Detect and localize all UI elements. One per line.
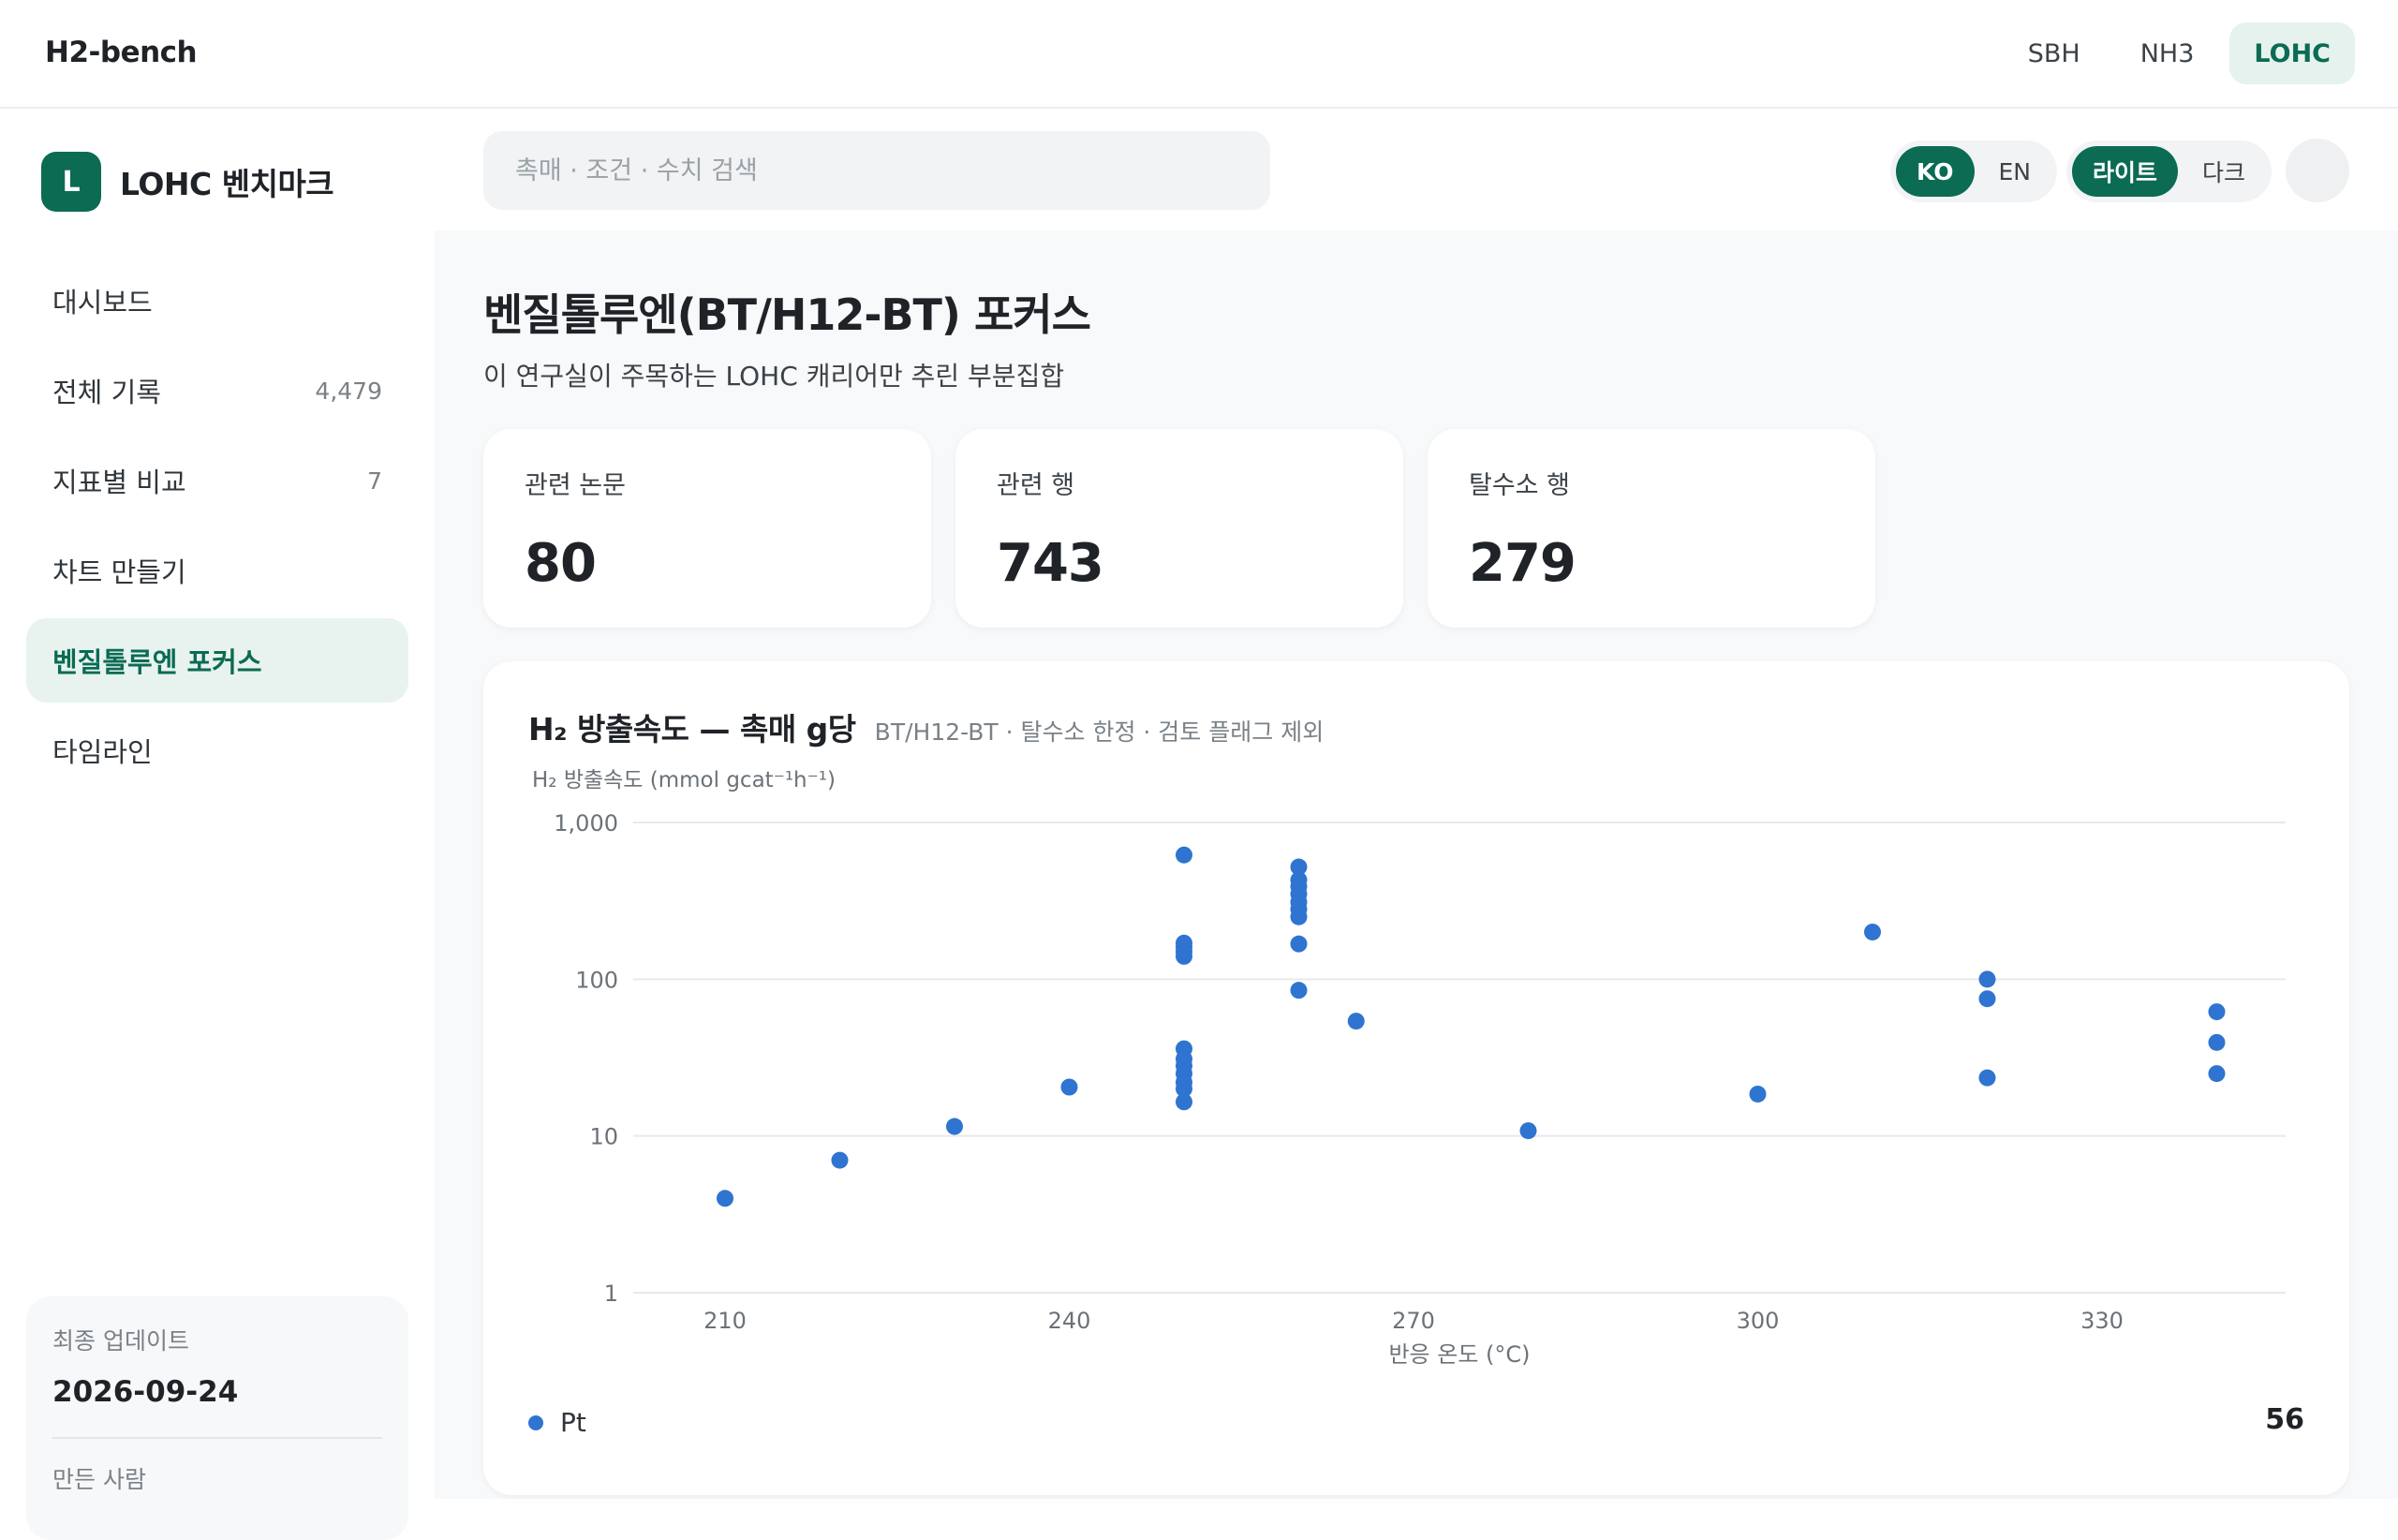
data-point bbox=[1347, 1013, 1365, 1030]
lang-option-ko[interactable]: KO bbox=[1896, 146, 1975, 197]
sidebar-item-label: 대시보드 bbox=[52, 287, 153, 318]
y-axis-label: H₂ 방출속도 (mmol gcat⁻¹h⁻¹) bbox=[532, 768, 836, 792]
y-tick-label: 10 bbox=[589, 1124, 618, 1150]
x-axis-label: 반응 온도 (°C) bbox=[1388, 1341, 1530, 1368]
x-tick-label: 300 bbox=[1737, 1308, 1780, 1334]
data-point bbox=[1290, 908, 1308, 925]
data-point bbox=[1749, 1085, 1767, 1103]
footer-divider bbox=[52, 1437, 382, 1439]
legend-dot-icon bbox=[528, 1414, 543, 1430]
chart-header: H₂ 방출속도 — 촉매 g당 BT/H12-BT · 탈수소 한정 · 검토 … bbox=[528, 704, 1324, 749]
sidebar-footer: 최종 업데이트 2026-09-24 만든 사람 bbox=[26, 1296, 408, 1540]
app-brand[interactable]: H2-bench bbox=[45, 36, 198, 69]
sidebar-item-dashboard[interactable]: 대시보드 bbox=[26, 259, 408, 343]
top-bar: H2-bench SBH NH3 LOHC bbox=[0, 0, 2398, 109]
top-nav: SBH NH3 LOHC bbox=[2004, 22, 2355, 84]
sidebar-item-label: 지표별 비교 bbox=[52, 466, 186, 498]
sidebar-nav: 대시보드 전체 기록 4,479 지표별 비교 7 차트 만들기 벤질톨루엔 포… bbox=[26, 259, 408, 798]
data-point bbox=[1978, 1069, 1996, 1087]
chart-card: 1 10 100 1,000 210 240 270 300 330 반응 온도 (°C) H₂ 방… bbox=[483, 661, 2349, 1495]
data-point bbox=[1290, 935, 1308, 953]
nav-nh3[interactable]: NH3 bbox=[2116, 22, 2219, 84]
sidebar-item-label: 전체 기록 bbox=[52, 377, 161, 408]
stat-card-rows: 관련 행 743 bbox=[955, 429, 1403, 628]
chart-legend[interactable]: Pt bbox=[528, 1407, 586, 1438]
language-toggle: KO EN bbox=[1890, 141, 2058, 202]
data-point bbox=[831, 1151, 849, 1169]
sidebar-item-count: 7 bbox=[367, 466, 382, 495]
x-tick-label: 240 bbox=[1048, 1308, 1091, 1334]
nav-lohc[interactable]: LOHC bbox=[2229, 22, 2355, 84]
legend-label: Pt bbox=[560, 1407, 586, 1438]
avatar[interactable] bbox=[2286, 139, 2349, 202]
sidebar-item-label: 차트 만들기 bbox=[52, 556, 186, 588]
stat-label: 탈수소 행 bbox=[1469, 471, 1570, 500]
stat-label: 관련 행 bbox=[997, 471, 1075, 500]
last-updated-label: 최종 업데이트 bbox=[52, 1327, 189, 1355]
sidebar-title: LOHC 벤치마크 bbox=[120, 166, 334, 202]
point-count: 56 bbox=[2265, 1403, 2304, 1436]
sidebar-item-chart-builder[interactable]: 차트 만들기 bbox=[26, 528, 408, 613]
y-tick-label: 1,000 bbox=[554, 810, 618, 837]
stat-card-dehydrogenation-rows: 탈수소 행 279 bbox=[1428, 429, 1875, 628]
data-point bbox=[1176, 947, 1192, 965]
data-point bbox=[1060, 1078, 1078, 1096]
x-tick-label: 270 bbox=[1392, 1308, 1435, 1334]
sidebar-item-metric-compare[interactable]: 지표별 비교 7 bbox=[26, 438, 408, 523]
stat-value: 80 bbox=[525, 533, 597, 594]
data-point bbox=[1176, 846, 1192, 864]
sidebar-brand: L LOHC 벤치마크 bbox=[41, 152, 334, 212]
page-title: 벤질톨루엔(BT/H12-BT) 포커스 bbox=[483, 289, 1091, 340]
search-input[interactable] bbox=[513, 155, 1240, 186]
author-label: 만든 사람 bbox=[52, 1466, 146, 1493]
data-point bbox=[717, 1190, 733, 1207]
data-point bbox=[2208, 1033, 2226, 1051]
search-box[interactable] bbox=[483, 131, 1270, 210]
stat-value: 279 bbox=[1469, 533, 1576, 594]
stat-label: 관련 논문 bbox=[525, 471, 626, 500]
sidebar-item-label: 벤질톨루엔 포커스 bbox=[52, 646, 262, 678]
sidebar-item-label: 타임라인 bbox=[52, 736, 153, 768]
sidebar-item-bt-focus[interactable]: 벤질톨루엔 포커스 bbox=[26, 618, 408, 703]
data-point bbox=[946, 1118, 963, 1135]
nav-sbh[interactable]: SBH bbox=[2004, 22, 2105, 84]
page-subtitle: 이 연구실이 주목하는 LOHC 캐리어만 추린 부분집합 bbox=[483, 361, 1065, 392]
sidebar-item-count: 4,479 bbox=[315, 377, 382, 405]
theme-option-dark[interactable]: 다크 bbox=[2182, 146, 2266, 197]
data-point bbox=[1176, 1093, 1192, 1111]
data-point bbox=[1978, 990, 1996, 1008]
scatter-chart: 1 10 100 1,000 210 240 270 300 330 반응 온도 (°C) H₂ 방… bbox=[532, 768, 2286, 1368]
data-point bbox=[1864, 923, 1881, 940]
theme-toggle: 라이트 다크 bbox=[2066, 141, 2272, 202]
sidebar: L LOHC 벤치마크 대시보드 전체 기록 4,479 지표별 비교 7 차트… bbox=[0, 109, 435, 1540]
theme-option-light[interactable]: 라이트 bbox=[2072, 146, 2179, 197]
lang-option-en[interactable]: EN bbox=[1978, 146, 2052, 197]
y-tick-label: 100 bbox=[575, 967, 618, 993]
stat-value: 743 bbox=[997, 533, 1104, 594]
data-point bbox=[2208, 1065, 2226, 1083]
data-point bbox=[2208, 1003, 2226, 1021]
data-point bbox=[1978, 970, 1996, 988]
chart-subtitle: BT/H12-BT · 탈수소 한정 · 검토 플래그 제외 bbox=[874, 718, 1325, 746]
x-tick-label: 210 bbox=[703, 1308, 747, 1334]
data-point bbox=[1519, 1122, 1537, 1140]
data-point bbox=[1290, 982, 1308, 1000]
sidebar-item-timeline[interactable]: 타임라인 bbox=[26, 708, 408, 792]
last-updated-value: 2026-09-24 bbox=[52, 1375, 239, 1409]
chart-title: H₂ 방출속도 — 촉매 g당 bbox=[528, 711, 856, 748]
logo-badge: L bbox=[41, 152, 101, 212]
sidebar-item-all-records[interactable]: 전체 기록 4,479 bbox=[26, 348, 408, 433]
stat-card-papers: 관련 논문 80 bbox=[483, 429, 931, 628]
x-tick-label: 330 bbox=[2080, 1308, 2124, 1334]
y-tick-label: 1 bbox=[604, 1281, 618, 1307]
